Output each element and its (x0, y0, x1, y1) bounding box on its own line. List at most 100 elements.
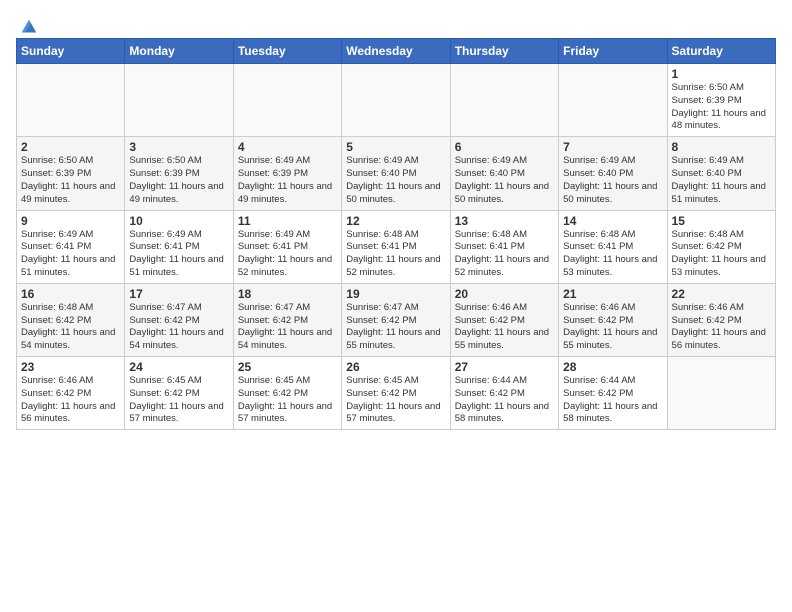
day-info: Sunrise: 6:49 AM Sunset: 6:41 PM Dayligh… (238, 229, 337, 280)
day-info: Sunrise: 6:45 AM Sunset: 6:42 PM Dayligh… (346, 375, 445, 426)
calendar-day-13: 13Sunrise: 6:48 AM Sunset: 6:41 PM Dayli… (450, 210, 558, 283)
day-number: 14 (563, 214, 662, 228)
day-number: 5 (346, 140, 445, 154)
calendar-header-row: SundayMondayTuesdayWednesdayThursdayFrid… (17, 39, 776, 64)
calendar-empty-cell (559, 64, 667, 137)
day-number: 12 (346, 214, 445, 228)
calendar-empty-cell (342, 64, 450, 137)
day-info: Sunrise: 6:46 AM Sunset: 6:42 PM Dayligh… (21, 375, 120, 426)
day-number: 15 (672, 214, 771, 228)
day-header-friday: Friday (559, 39, 667, 64)
day-header-thursday: Thursday (450, 39, 558, 64)
calendar-day-22: 22Sunrise: 6:46 AM Sunset: 6:42 PM Dayli… (667, 283, 775, 356)
calendar-empty-cell (17, 64, 125, 137)
day-number: 24 (129, 360, 228, 374)
calendar-day-3: 3Sunrise: 6:50 AM Sunset: 6:39 PM Daylig… (125, 137, 233, 210)
calendar-day-24: 24Sunrise: 6:45 AM Sunset: 6:42 PM Dayli… (125, 357, 233, 430)
day-number: 16 (21, 287, 120, 301)
calendar-day-23: 23Sunrise: 6:46 AM Sunset: 6:42 PM Dayli… (17, 357, 125, 430)
day-header-monday: Monday (125, 39, 233, 64)
day-info: Sunrise: 6:48 AM Sunset: 6:42 PM Dayligh… (672, 229, 771, 280)
calendar-day-20: 20Sunrise: 6:46 AM Sunset: 6:42 PM Dayli… (450, 283, 558, 356)
calendar-day-26: 26Sunrise: 6:45 AM Sunset: 6:42 PM Dayli… (342, 357, 450, 430)
calendar-week-row: 9Sunrise: 6:49 AM Sunset: 6:41 PM Daylig… (17, 210, 776, 283)
day-number: 27 (455, 360, 554, 374)
calendar-day-19: 19Sunrise: 6:47 AM Sunset: 6:42 PM Dayli… (342, 283, 450, 356)
day-info: Sunrise: 6:48 AM Sunset: 6:42 PM Dayligh… (21, 302, 120, 353)
calendar-day-1: 1Sunrise: 6:50 AM Sunset: 6:39 PM Daylig… (667, 64, 775, 137)
day-number: 26 (346, 360, 445, 374)
logo (16, 16, 40, 34)
day-number: 28 (563, 360, 662, 374)
day-info: Sunrise: 6:49 AM Sunset: 6:41 PM Dayligh… (129, 229, 228, 280)
day-number: 9 (21, 214, 120, 228)
calendar-day-7: 7Sunrise: 6:49 AM Sunset: 6:40 PM Daylig… (559, 137, 667, 210)
day-info: Sunrise: 6:44 AM Sunset: 6:42 PM Dayligh… (455, 375, 554, 426)
calendar-week-row: 16Sunrise: 6:48 AM Sunset: 6:42 PM Dayli… (17, 283, 776, 356)
day-info: Sunrise: 6:49 AM Sunset: 6:40 PM Dayligh… (346, 155, 445, 206)
day-number: 20 (455, 287, 554, 301)
calendar-day-6: 6Sunrise: 6:49 AM Sunset: 6:40 PM Daylig… (450, 137, 558, 210)
day-number: 21 (563, 287, 662, 301)
day-number: 19 (346, 287, 445, 301)
calendar-day-11: 11Sunrise: 6:49 AM Sunset: 6:41 PM Dayli… (233, 210, 341, 283)
day-header-saturday: Saturday (667, 39, 775, 64)
calendar-day-14: 14Sunrise: 6:48 AM Sunset: 6:41 PM Dayli… (559, 210, 667, 283)
day-number: 1 (672, 67, 771, 81)
day-info: Sunrise: 6:46 AM Sunset: 6:42 PM Dayligh… (455, 302, 554, 353)
calendar-week-row: 1Sunrise: 6:50 AM Sunset: 6:39 PM Daylig… (17, 64, 776, 137)
page: SundayMondayTuesdayWednesdayThursdayFrid… (0, 0, 792, 446)
calendar-day-27: 27Sunrise: 6:44 AM Sunset: 6:42 PM Dayli… (450, 357, 558, 430)
day-number: 4 (238, 140, 337, 154)
day-info: Sunrise: 6:44 AM Sunset: 6:42 PM Dayligh… (563, 375, 662, 426)
day-info: Sunrise: 6:49 AM Sunset: 6:41 PM Dayligh… (21, 229, 120, 280)
day-header-sunday: Sunday (17, 39, 125, 64)
calendar-empty-cell (450, 64, 558, 137)
day-number: 11 (238, 214, 337, 228)
day-header-tuesday: Tuesday (233, 39, 341, 64)
day-number: 7 (563, 140, 662, 154)
day-info: Sunrise: 6:46 AM Sunset: 6:42 PM Dayligh… (563, 302, 662, 353)
day-number: 6 (455, 140, 554, 154)
logo-icon (18, 16, 40, 38)
day-info: Sunrise: 6:49 AM Sunset: 6:40 PM Dayligh… (563, 155, 662, 206)
calendar-day-21: 21Sunrise: 6:46 AM Sunset: 6:42 PM Dayli… (559, 283, 667, 356)
calendar-day-10: 10Sunrise: 6:49 AM Sunset: 6:41 PM Dayli… (125, 210, 233, 283)
day-info: Sunrise: 6:50 AM Sunset: 6:39 PM Dayligh… (672, 82, 771, 133)
day-number: 2 (21, 140, 120, 154)
day-number: 22 (672, 287, 771, 301)
day-number: 25 (238, 360, 337, 374)
calendar-day-25: 25Sunrise: 6:45 AM Sunset: 6:42 PM Dayli… (233, 357, 341, 430)
day-info: Sunrise: 6:49 AM Sunset: 6:40 PM Dayligh… (672, 155, 771, 206)
calendar-table: SundayMondayTuesdayWednesdayThursdayFrid… (16, 38, 776, 430)
day-number: 17 (129, 287, 228, 301)
day-info: Sunrise: 6:45 AM Sunset: 6:42 PM Dayligh… (238, 375, 337, 426)
calendar-day-18: 18Sunrise: 6:47 AM Sunset: 6:42 PM Dayli… (233, 283, 341, 356)
day-header-wednesday: Wednesday (342, 39, 450, 64)
day-info: Sunrise: 6:45 AM Sunset: 6:42 PM Dayligh… (129, 375, 228, 426)
day-info: Sunrise: 6:47 AM Sunset: 6:42 PM Dayligh… (346, 302, 445, 353)
calendar-day-4: 4Sunrise: 6:49 AM Sunset: 6:39 PM Daylig… (233, 137, 341, 210)
day-info: Sunrise: 6:49 AM Sunset: 6:39 PM Dayligh… (238, 155, 337, 206)
day-info: Sunrise: 6:47 AM Sunset: 6:42 PM Dayligh… (238, 302, 337, 353)
day-number: 3 (129, 140, 228, 154)
calendar-day-8: 8Sunrise: 6:49 AM Sunset: 6:40 PM Daylig… (667, 137, 775, 210)
calendar-day-17: 17Sunrise: 6:47 AM Sunset: 6:42 PM Dayli… (125, 283, 233, 356)
day-info: Sunrise: 6:49 AM Sunset: 6:40 PM Dayligh… (455, 155, 554, 206)
day-number: 18 (238, 287, 337, 301)
calendar-empty-cell (667, 357, 775, 430)
calendar-empty-cell (233, 64, 341, 137)
day-info: Sunrise: 6:48 AM Sunset: 6:41 PM Dayligh… (563, 229, 662, 280)
calendar-day-15: 15Sunrise: 6:48 AM Sunset: 6:42 PM Dayli… (667, 210, 775, 283)
calendar-day-2: 2Sunrise: 6:50 AM Sunset: 6:39 PM Daylig… (17, 137, 125, 210)
day-number: 10 (129, 214, 228, 228)
day-info: Sunrise: 6:50 AM Sunset: 6:39 PM Dayligh… (21, 155, 120, 206)
day-number: 13 (455, 214, 554, 228)
day-info: Sunrise: 6:46 AM Sunset: 6:42 PM Dayligh… (672, 302, 771, 353)
calendar-day-5: 5Sunrise: 6:49 AM Sunset: 6:40 PM Daylig… (342, 137, 450, 210)
calendar-day-28: 28Sunrise: 6:44 AM Sunset: 6:42 PM Dayli… (559, 357, 667, 430)
calendar-day-9: 9Sunrise: 6:49 AM Sunset: 6:41 PM Daylig… (17, 210, 125, 283)
day-number: 8 (672, 140, 771, 154)
day-number: 23 (21, 360, 120, 374)
day-info: Sunrise: 6:50 AM Sunset: 6:39 PM Dayligh… (129, 155, 228, 206)
